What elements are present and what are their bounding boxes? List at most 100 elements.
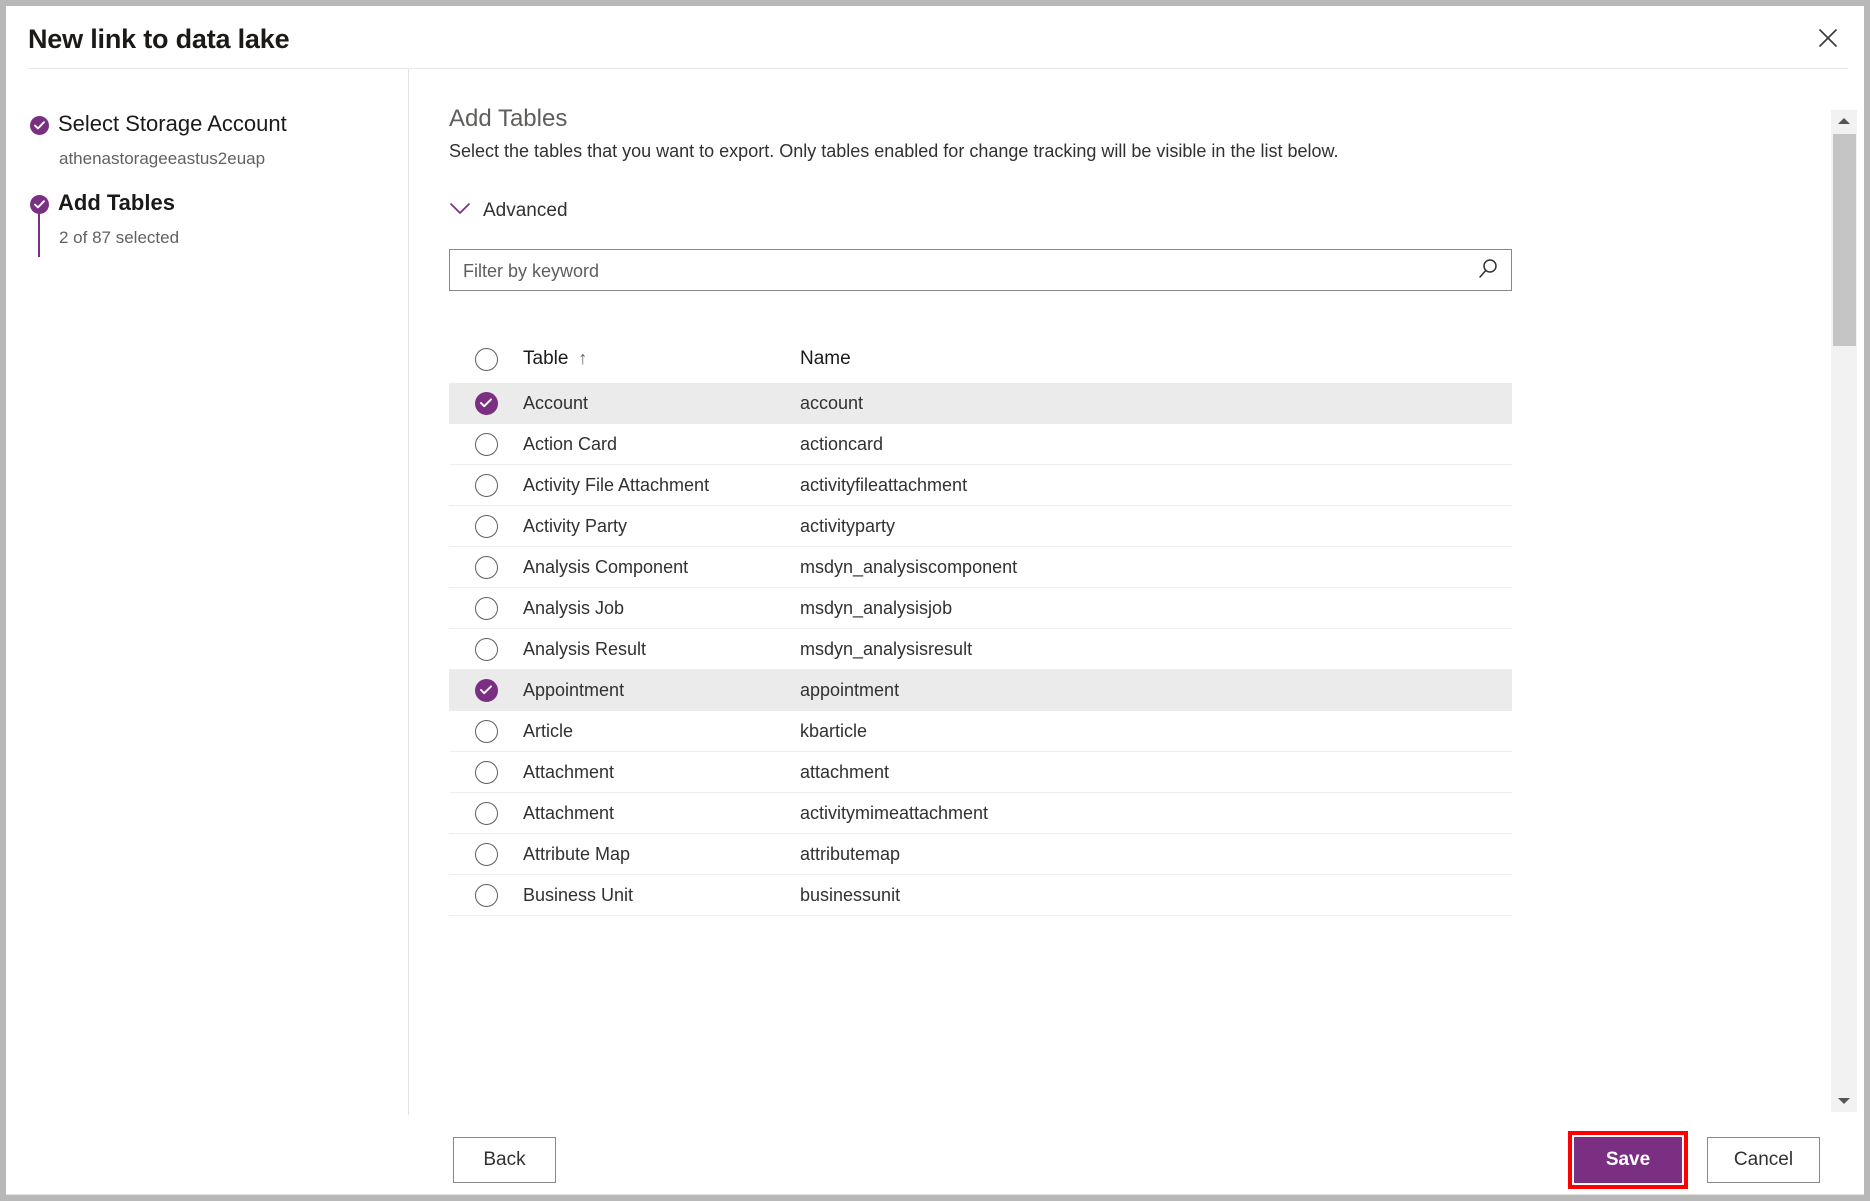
- cell-table-logical-name: msdyn_analysisjob: [800, 598, 1512, 619]
- sidebar-step-title: Select Storage Account: [58, 111, 287, 137]
- row-checkbox[interactable]: [475, 638, 498, 661]
- cell-table-display-name: Account: [523, 393, 800, 414]
- row-checkbox-cell[interactable]: [449, 515, 523, 538]
- main-panel: Add Tables Select the tables that you wa…: [409, 69, 1864, 1115]
- chevron-down-icon: [449, 202, 471, 221]
- search-box[interactable]: [449, 249, 1512, 291]
- cell-table-display-name: Business Unit: [523, 885, 800, 906]
- cell-table-logical-name: msdyn_analysiscomponent: [800, 557, 1512, 578]
- table-row[interactable]: Articlekbarticle: [449, 711, 1512, 752]
- chevron-up-icon: [1838, 118, 1850, 124]
- dialog-header: New link to data lake: [6, 6, 1864, 69]
- cell-table-display-name: Analysis Result: [523, 639, 800, 660]
- cell-table-logical-name: businessunit: [800, 885, 1512, 906]
- wizard-steps-sidebar: Select Storage Account athenastorageeast…: [6, 69, 409, 1115]
- row-checkbox[interactable]: [475, 597, 498, 620]
- row-checkbox[interactable]: [475, 884, 498, 907]
- table-row[interactable]: Attribute Mapattributemap: [449, 834, 1512, 875]
- row-checkbox[interactable]: [475, 433, 498, 456]
- cell-table-display-name: Attachment: [523, 762, 800, 783]
- table-row[interactable]: Attachmentactivitymimeattachment: [449, 793, 1512, 834]
- back-button[interactable]: Back: [453, 1137, 556, 1183]
- row-checkbox[interactable]: [475, 474, 498, 497]
- column-header-table-label: Table: [523, 348, 568, 369]
- cell-table-display-name: Action Card: [523, 434, 800, 455]
- table-body: AccountaccountAction CardactioncardActiv…: [449, 383, 1512, 916]
- row-checkbox-cell[interactable]: [449, 884, 523, 907]
- table-row[interactable]: Analysis Componentmsdyn_analysiscomponen…: [449, 547, 1512, 588]
- table-row[interactable]: Analysis Jobmsdyn_analysisjob: [449, 588, 1512, 629]
- table-row[interactable]: Attachmentattachment: [449, 752, 1512, 793]
- row-checkbox-cell[interactable]: [449, 474, 523, 497]
- scroll-down-button[interactable]: [1831, 1090, 1857, 1112]
- cell-table-logical-name: activityfileattachment: [800, 475, 1512, 496]
- cell-table-logical-name: kbarticle: [800, 721, 1512, 742]
- cell-table-display-name: Activity File Attachment: [523, 475, 800, 496]
- row-checkbox-cell[interactable]: [449, 433, 523, 456]
- check-circle-icon: [30, 195, 49, 214]
- section-title: Add Tables: [449, 105, 567, 133]
- scrollbar-thumb[interactable]: [1833, 134, 1856, 346]
- check-circle-icon: [30, 116, 49, 135]
- close-icon: [1817, 27, 1839, 49]
- page-title: New link to data lake: [28, 24, 289, 55]
- close-button[interactable]: [1806, 18, 1850, 58]
- sidebar-step-title: Add Tables: [58, 190, 175, 216]
- search-button[interactable]: [1471, 254, 1505, 286]
- cell-table-display-name: Attribute Map: [523, 844, 800, 865]
- table-row[interactable]: Activity Partyactivityparty: [449, 506, 1512, 547]
- column-header-name-label: Name: [800, 348, 851, 369]
- table-row[interactable]: Business Unitbusinessunit: [449, 875, 1512, 916]
- row-checkbox-cell[interactable]: [449, 761, 523, 784]
- row-checkbox[interactable]: [475, 556, 498, 579]
- footer-bottom-edge: [6, 1194, 1864, 1195]
- table-row[interactable]: Activity File Attachmentactivityfileatta…: [449, 465, 1512, 506]
- row-checkbox[interactable]: [475, 720, 498, 743]
- column-header-name[interactable]: Name: [800, 348, 1512, 370]
- scroll-up-button[interactable]: [1831, 110, 1857, 132]
- table-row[interactable]: Action Cardactioncard: [449, 424, 1512, 465]
- row-checkbox[interactable]: [475, 515, 498, 538]
- row-checkbox-checked[interactable]: [475, 679, 498, 702]
- search-input[interactable]: [461, 250, 1445, 292]
- table-row[interactable]: Accountaccount: [449, 383, 1512, 424]
- select-all-checkbox[interactable]: [475, 348, 498, 371]
- cell-table-logical-name: activityparty: [800, 516, 1512, 537]
- cell-table-logical-name: attachment: [800, 762, 1512, 783]
- row-checkbox-cell[interactable]: [449, 556, 523, 579]
- row-checkbox-cell[interactable]: [449, 720, 523, 743]
- chevron-down-icon: [1838, 1098, 1850, 1104]
- cell-table-logical-name: actioncard: [800, 434, 1512, 455]
- select-all-cell[interactable]: [449, 348, 523, 371]
- row-checkbox-cell[interactable]: [449, 597, 523, 620]
- sidebar-step-subtitle: 2 of 87 selected: [59, 228, 179, 248]
- row-checkbox-cell[interactable]: [449, 679, 523, 702]
- cell-table-logical-name: attributemap: [800, 844, 1512, 865]
- row-checkbox-cell[interactable]: [449, 638, 523, 661]
- row-checkbox-checked[interactable]: [475, 392, 498, 415]
- scrollbar[interactable]: [1831, 110, 1857, 1112]
- table-row[interactable]: Appointmentappointment: [449, 670, 1512, 711]
- row-checkbox[interactable]: [475, 761, 498, 784]
- row-checkbox-cell[interactable]: [449, 392, 523, 415]
- advanced-label: Advanced: [483, 200, 568, 222]
- table-row[interactable]: Analysis Resultmsdyn_analysisresult: [449, 629, 1512, 670]
- cell-table-logical-name: account: [800, 393, 1512, 414]
- sort-ascending-icon: ↑: [578, 348, 587, 368]
- cell-table-display-name: Appointment: [523, 680, 800, 701]
- row-checkbox[interactable]: [475, 843, 498, 866]
- cell-table-logical-name: msdyn_analysisresult: [800, 639, 1512, 660]
- cell-table-display-name: Attachment: [523, 803, 800, 824]
- row-checkbox-cell[interactable]: [449, 802, 523, 825]
- cell-table-display-name: Article: [523, 721, 800, 742]
- cell-table-display-name: Analysis Component: [523, 557, 800, 578]
- advanced-toggle[interactable]: Advanced: [449, 200, 568, 222]
- cancel-button[interactable]: Cancel: [1707, 1137, 1820, 1183]
- row-checkbox-cell[interactable]: [449, 843, 523, 866]
- row-checkbox[interactable]: [475, 802, 498, 825]
- cell-table-logical-name: activitymimeattachment: [800, 803, 1512, 824]
- sidebar-step-subtitle: athenastorageeastus2euap: [59, 149, 265, 169]
- save-button[interactable]: Save: [1574, 1137, 1682, 1183]
- dialog-footer: Back Save Cancel: [6, 1115, 1864, 1195]
- column-header-table[interactable]: Table ↑: [523, 348, 800, 370]
